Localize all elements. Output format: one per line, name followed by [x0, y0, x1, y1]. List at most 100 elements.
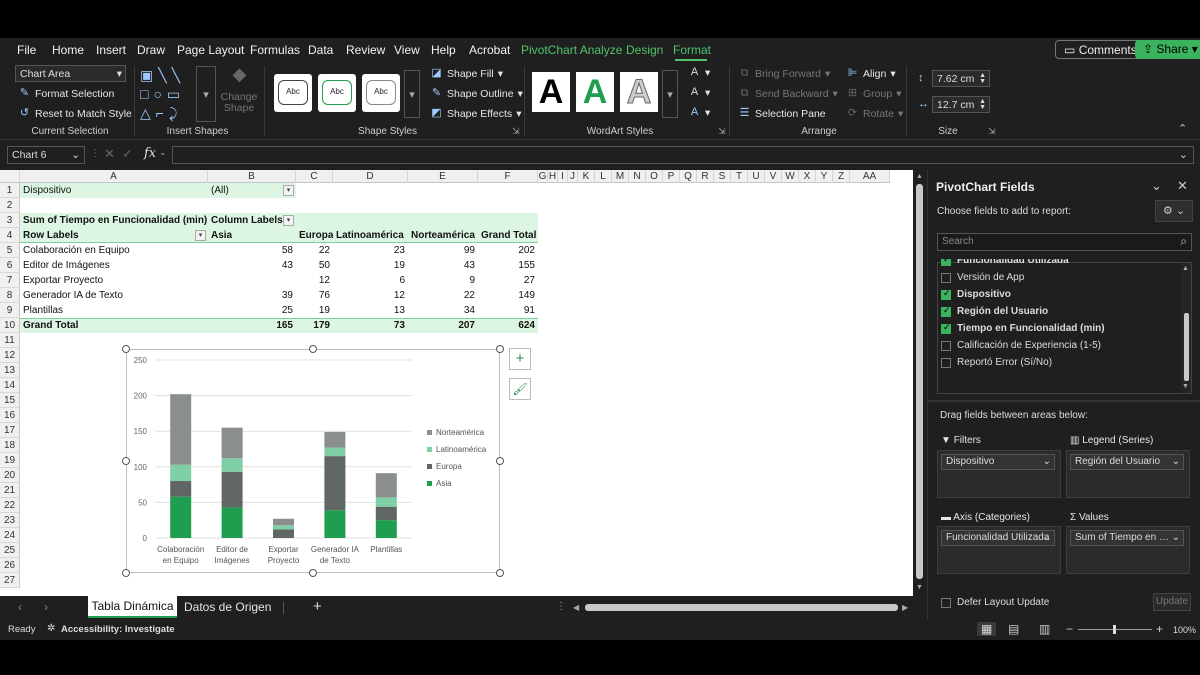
- pivot-value-cell[interactable]: 43: [208, 258, 296, 273]
- grand-total-label[interactable]: Grand Total: [20, 318, 208, 333]
- column-header-h[interactable]: H: [548, 170, 558, 183]
- field-checkbox[interactable]: [941, 322, 951, 334]
- pivot-value-cell[interactable]: 202: [478, 243, 538, 258]
- text-effects-button[interactable]: A ▾: [688, 106, 710, 119]
- row-header-23[interactable]: 23: [0, 513, 20, 528]
- collapse-ribbon-icon[interactable]: ⌃: [1178, 122, 1187, 135]
- pivot-values-label[interactable]: Sum of Tiempo en Funcionalidad (min): [20, 213, 208, 228]
- pivot-row-labels[interactable]: Row Labels: [20, 228, 208, 243]
- pivot-value-cell[interactable]: [208, 273, 296, 288]
- hscroll-right-icon[interactable]: ▶: [902, 603, 908, 612]
- shape-height-input[interactable]: 7.62 cm ▲ ▼: [932, 70, 990, 87]
- wordart-style-2[interactable]: A: [576, 72, 614, 112]
- accessibility-status[interactable]: Accessibility: Investigate: [61, 624, 175, 635]
- pivot-value-cell[interactable]: 99: [408, 243, 478, 258]
- pivot-value-cell[interactable]: 27: [478, 273, 538, 288]
- shape-style-3[interactable]: Abc: [362, 74, 400, 112]
- sheet-tab-tabla-dinamica[interactable]: Tabla Dinámica: [88, 596, 177, 618]
- chart-element-dropdown[interactable]: Chart Area ▾: [15, 65, 126, 82]
- column-header-l[interactable]: L: [595, 170, 612, 183]
- rotate-button[interactable]: ⟳ Rotate ▾: [846, 107, 903, 120]
- dialog-launcher-icon[interactable]: ⇲: [988, 126, 996, 137]
- tab-acrobat[interactable]: Acrobat: [469, 43, 510, 57]
- field-item[interactable]: Funcionalidad Utilizada: [941, 259, 1069, 266]
- share-button[interactable]: ⇪ Share ▾: [1135, 40, 1200, 59]
- normal-view-icon[interactable]: ▦: [977, 622, 997, 636]
- row-header-17[interactable]: 17: [0, 423, 20, 438]
- next-sheet-icon[interactable]: ›: [44, 600, 48, 614]
- hscroll-left-icon[interactable]: ◀: [573, 603, 579, 612]
- pivot-value-cell[interactable]: 25: [208, 303, 296, 318]
- row-header-12[interactable]: 12: [0, 348, 20, 363]
- reset-to-match-style-button[interactable]: ↺ Reset to Match Style: [18, 107, 132, 120]
- pivot-value-cell[interactable]: 19: [296, 303, 333, 318]
- pivot-column-header[interactable]: Asia: [208, 228, 296, 243]
- pivot-value-cell[interactable]: 91: [478, 303, 538, 318]
- scroll-up-icon[interactable]: ▲: [916, 173, 923, 180]
- row-header-5[interactable]: 5: [0, 243, 20, 258]
- wordart-style-3[interactable]: A: [620, 72, 658, 112]
- pane-options-chevron-icon[interactable]: ⌄: [1151, 178, 1162, 194]
- change-shape-button[interactable]: ◆ Change Shape: [221, 65, 258, 114]
- format-selection-button[interactable]: ✎ Format Selection: [18, 87, 114, 100]
- column-header-a[interactable]: A: [20, 170, 208, 183]
- column-header-f[interactable]: F: [478, 170, 538, 183]
- field-search-input[interactable]: Search ⌕: [937, 233, 1192, 251]
- row-header-11[interactable]: 11: [0, 333, 20, 348]
- row-labels-filter-icon[interactable]: ▾: [195, 230, 206, 241]
- chart-elements-plus-icon[interactable]: +: [509, 348, 531, 370]
- column-header-w[interactable]: W: [782, 170, 799, 183]
- row-header-26[interactable]: 26: [0, 558, 20, 573]
- pivot-column-header[interactable]: Europa: [296, 228, 333, 243]
- shape-width-input[interactable]: 12.7 cm ▲ ▼: [932, 96, 990, 113]
- row-header-3[interactable]: 3: [0, 213, 20, 228]
- name-box[interactable]: Chart 6 ⌄: [7, 146, 85, 164]
- field-item[interactable]: Reportó Error (Sí/No): [941, 357, 1052, 368]
- column-header-d[interactable]: D: [333, 170, 408, 183]
- axis-area-item[interactable]: Funcionalidad Utilizada ⌄: [941, 530, 1055, 546]
- resize-handle-e[interactable]: [496, 457, 504, 465]
- resize-handle-nw[interactable]: [122, 345, 130, 353]
- sheet-tab-datos-de-origen[interactable]: Datos de Origen: [184, 600, 271, 614]
- pivot-value-cell[interactable]: 76: [296, 288, 333, 303]
- dialog-launcher-icon[interactable]: ⇲: [718, 126, 726, 137]
- row-header-1[interactable]: 1: [0, 183, 20, 198]
- column-labels-filter-icon[interactable]: ▾: [283, 215, 294, 226]
- row-header-2[interactable]: 2: [0, 198, 20, 213]
- pivot-column-labels[interactable]: Column Labels: [208, 213, 538, 228]
- pivot-value-cell[interactable]: 6: [333, 273, 408, 288]
- pivot-column-header[interactable]: Latinoamérica: [333, 228, 408, 243]
- field-list-scroll-thumb[interactable]: [1184, 313, 1189, 381]
- page-break-view-icon[interactable]: ▥: [1039, 622, 1050, 636]
- enter-icon[interactable]: ✓: [122, 146, 133, 162]
- column-header-p[interactable]: P: [663, 170, 680, 183]
- column-header-b[interactable]: B: [208, 170, 296, 183]
- pivot-row-label[interactable]: Exportar Proyecto: [20, 273, 208, 288]
- row-header-16[interactable]: 16: [0, 408, 20, 423]
- scrollbar-thumb[interactable]: [916, 184, 923, 579]
- row-header-27[interactable]: 27: [0, 573, 20, 588]
- row-header-15[interactable]: 15: [0, 393, 20, 408]
- shape-style-1[interactable]: Abc: [274, 74, 312, 112]
- axis-categories-area[interactable]: Funcionalidad Utilizada ⌄: [937, 526, 1061, 574]
- pivot-value-cell[interactable]: 155: [478, 258, 538, 273]
- field-item[interactable]: Calificación de Experiencia (1-5): [941, 340, 1101, 351]
- resize-handle-se[interactable]: [496, 569, 504, 577]
- grand-total-cell[interactable]: 207: [408, 318, 478, 333]
- column-header-i[interactable]: I: [558, 170, 568, 183]
- values-area-item[interactable]: Sum of Tiempo en Funcionalidad (min)⌄: [1070, 530, 1184, 546]
- pane-splitter[interactable]: [928, 400, 1200, 402]
- select-all-corner[interactable]: [0, 170, 20, 183]
- pivot-value-cell[interactable]: 22: [408, 288, 478, 303]
- tab-format[interactable]: Format: [673, 43, 711, 57]
- column-header-g[interactable]: G: [538, 170, 548, 183]
- field-list-scrollbar[interactable]: ▲ ▼: [1181, 263, 1191, 393]
- legend-series-area[interactable]: Región del Usuario ⌄: [1066, 450, 1190, 498]
- column-header-q[interactable]: Q: [680, 170, 697, 183]
- dialog-launcher-icon[interactable]: ⇲: [512, 126, 520, 137]
- resize-handle-w[interactable]: [122, 457, 130, 465]
- column-header-r[interactable]: R: [697, 170, 714, 183]
- comments-button[interactable]: ▭ Comments: [1055, 40, 1146, 59]
- row-header-24[interactable]: 24: [0, 528, 20, 543]
- grand-total-cell[interactable]: 165: [208, 318, 296, 333]
